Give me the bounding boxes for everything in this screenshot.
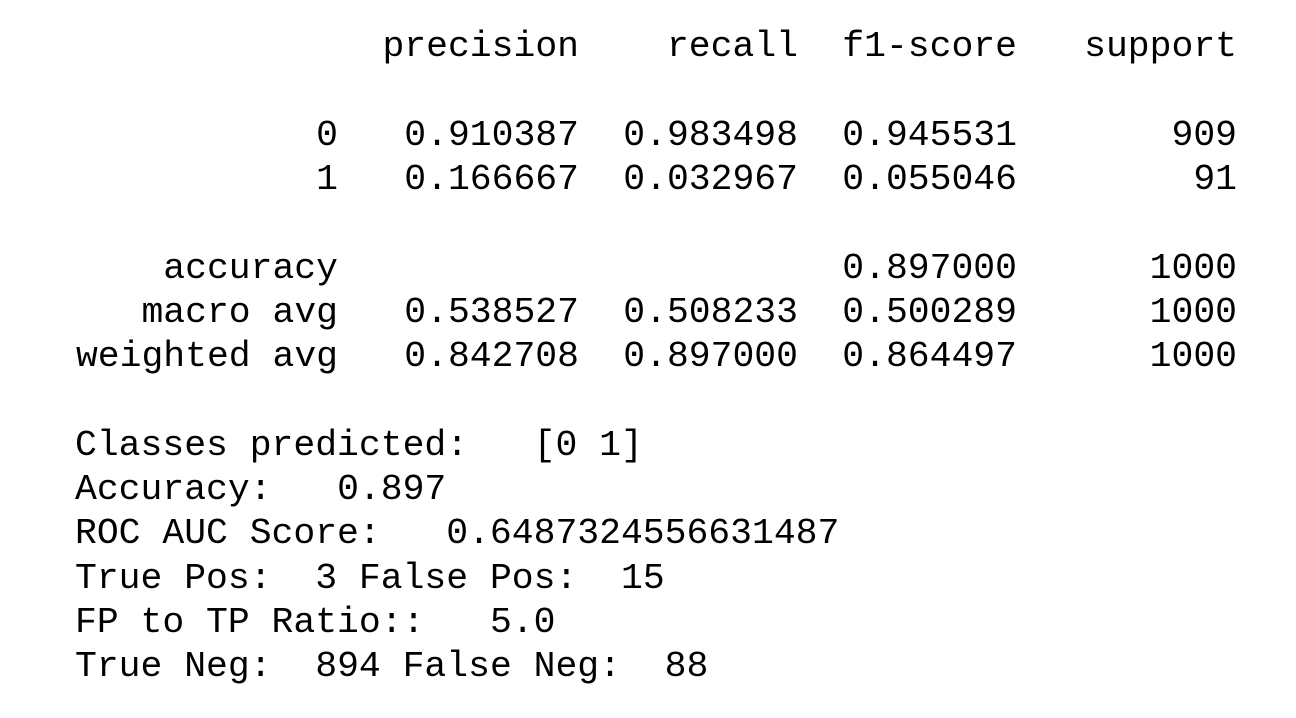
report-row-accuracy: accuracy 0.897000 1000 [0,247,1296,291]
accuracy-value: 0.897 [337,469,447,510]
precision-value: 0.538527 [404,292,579,333]
roc-auc-line: ROC AUC Score: 0.6487324556631487 [75,512,839,556]
true-pos-label: True Pos: [75,558,272,599]
precision-value: 0.842708 [404,336,579,377]
f1-value: 0.945531 [842,115,1017,156]
classes-predicted-line: Classes predicted: [0 1] [75,424,643,468]
true-pos-value: 3 [315,558,338,599]
false-pos-label: False Pos: [358,558,578,599]
f1-value: 0.897000 [842,248,1017,289]
support-value: 1000 [1149,292,1237,333]
f1-value: 0.864497 [842,336,1017,377]
accuracy-label: Accuracy: [75,469,272,510]
f1-value: 0.055046 [842,159,1017,200]
row-label: 0 [316,115,338,156]
support-header: support [1084,26,1237,67]
recall-value: 0.508233 [623,292,798,333]
precision-value: 0.910387 [404,115,579,156]
true-neg-label: True Neg: [75,646,272,687]
row-label: weighted avg [75,336,338,377]
fp-tp-ratio-label: FP to TP Ratio:: [75,602,425,643]
support-value: 91 [1193,159,1237,200]
recall-value: 0.032967 [623,159,798,200]
false-neg-value: 88 [664,646,709,687]
support-value: 1000 [1149,248,1237,289]
support-value: 909 [1171,115,1237,156]
classes-predicted-value: [0 1] [533,425,643,466]
fp-tp-ratio-line: FP to TP Ratio:: 5.0 [75,601,555,645]
support-value: 1000 [1149,336,1237,377]
row-label: accuracy [163,248,338,289]
f1-value: 0.500289 [842,292,1017,333]
true-false-pos-line: True Pos: 3 False Pos: 15 [75,557,665,601]
row-label: 1 [316,159,338,200]
report-row-macro-avg: macro avg 0.538527 0.508233 0.500289 100… [0,291,1296,335]
precision-header: precision [382,26,579,67]
precision-value: 0.166667 [404,159,579,200]
report-row-weighted-avg: weighted avg 0.842708 0.897000 0.864497 … [0,335,1296,379]
false-neg-label: False Neg: [402,646,621,687]
true-neg-value: 894 [315,646,381,687]
fp-tp-ratio-value: 5.0 [489,602,556,643]
roc-auc-value: 0.6487324556631487 [446,513,840,554]
true-false-neg-line: True Neg: 894 False Neg: 88 [75,645,708,689]
classes-predicted-label: Classes predicted: [75,425,469,466]
roc-auc-label: ROC AUC Score: [75,513,381,554]
report-row-class-0: 0 0.910387 0.983498 0.945531 909 [0,114,1296,158]
f1-score-header: f1-score [842,26,1017,67]
false-pos-value: 15 [621,558,665,599]
report-row-class-1: 1 0.166667 0.032967 0.055046 91 [0,158,1296,202]
recall-value: 0.897000 [623,336,798,377]
row-label: macro avg [141,292,338,333]
recall-header: recall [666,26,798,67]
report-header-row: precision recall f1-score support [0,25,1296,69]
accuracy-line: Accuracy: 0.897 [75,468,446,512]
recall-value: 0.983498 [623,115,798,156]
